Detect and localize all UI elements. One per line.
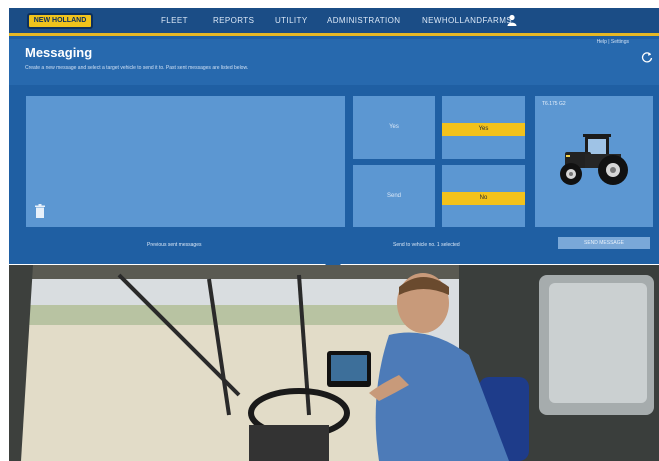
nav-administration[interactable]: ADMINISTRATION [327, 16, 400, 25]
no-card: No [442, 165, 525, 227]
vehicle-card[interactable]: T6.175 G2 [535, 96, 653, 227]
page-subtitle: Create a new message and select a target… [25, 65, 249, 71]
option-label-1: Yes [389, 124, 399, 130]
brand-logo[interactable]: NEW HOLLAND [27, 13, 93, 29]
nav-reports[interactable]: REPORTS [213, 16, 254, 25]
vehicle-label: T6.175 G2 [542, 101, 566, 107]
top-navbar: NEW HOLLAND FLEET REPORTS UTILITY ADMINI… [9, 8, 659, 36]
user-icon[interactable] [507, 14, 517, 26]
option-card-2[interactable]: Send [353, 165, 435, 227]
selection-status: Send to vehicle no. 1 selected [393, 242, 460, 248]
page-header: Messaging Create a new message and selec… [9, 39, 659, 85]
option-label-2: Send [386, 193, 401, 199]
send-message-button[interactable]: SEND MESSAGE [558, 237, 650, 249]
sent-messages-link[interactable]: Previous sent messages [147, 242, 201, 248]
no-button[interactable]: No [442, 192, 525, 205]
help-links[interactable]: Help | Settings [597, 39, 629, 45]
bottom-bar: Previous sent messages Send to vehicle n… [9, 230, 659, 264]
message-input[interactable] [26, 96, 345, 227]
option-card-1[interactable]: Yes [353, 96, 435, 159]
page-title: Messaging [25, 45, 93, 60]
app-screen: NEW HOLLAND FLEET REPORTS UTILITY ADMINI… [9, 8, 659, 264]
nav-fleet[interactable]: FLEET [161, 16, 188, 25]
nav-utility[interactable]: UTILITY [275, 16, 308, 25]
tractor-icon [560, 134, 628, 185]
trash-icon[interactable] [35, 204, 45, 218]
yes-card: Yes [442, 96, 525, 159]
nav-account[interactable]: NEWHOLLANDFARMS [422, 16, 512, 25]
yes-button[interactable]: Yes [442, 123, 525, 136]
refresh-icon[interactable] [641, 51, 653, 63]
cab-operator-photo [9, 265, 659, 461]
